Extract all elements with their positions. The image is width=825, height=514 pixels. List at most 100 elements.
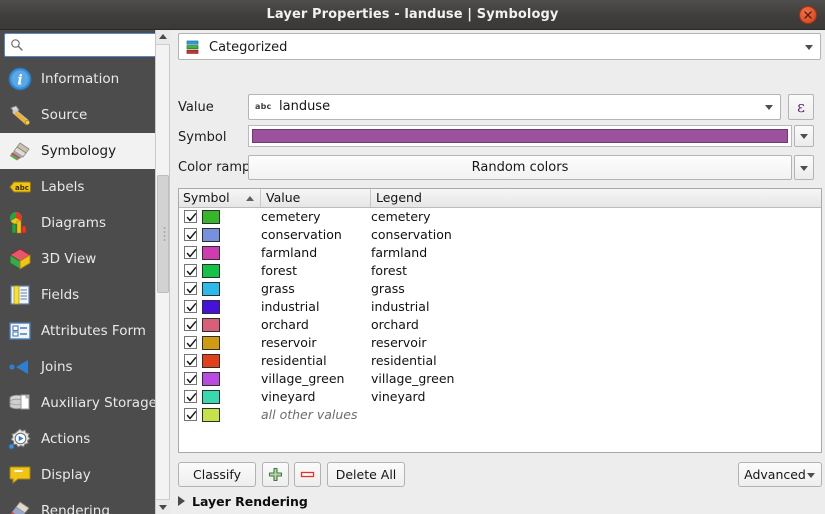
- row-checkbox[interactable]: [184, 300, 197, 313]
- color-ramp-dropdown-button[interactable]: [794, 155, 814, 180]
- scroll-up-arrow-icon[interactable]: [156, 30, 170, 45]
- sidebar-item-label: Diagrams: [41, 215, 106, 231]
- advanced-button-label: Advanced: [744, 467, 806, 482]
- row-checkbox[interactable]: [184, 282, 197, 295]
- row-symbol-swatch[interactable]: [202, 264, 220, 278]
- table-row[interactable]: grass grass: [179, 280, 821, 298]
- column-header-value[interactable]: Value: [261, 189, 371, 207]
- sidebar-item-actions[interactable]: Actions: [0, 421, 155, 457]
- sidebar-item-label: Symbology: [41, 143, 117, 159]
- table-row[interactable]: vineyard vineyard: [179, 388, 821, 406]
- row-value: orchard: [261, 317, 309, 332]
- row-checkbox[interactable]: [184, 318, 197, 331]
- scroll-down-arrow-icon[interactable]: [156, 499, 170, 514]
- renderer-type-combo[interactable]: Categorized: [178, 33, 821, 60]
- sidebar-item-labels[interactable]: abc Labels: [0, 169, 155, 205]
- expression-epsilon-icon: ε: [797, 98, 805, 116]
- table-row[interactable]: residential residential: [179, 352, 821, 370]
- sidebar-item-symbology[interactable]: Symbology: [0, 133, 155, 169]
- row-checkbox[interactable]: [184, 246, 197, 259]
- sidebar-scrollbar[interactable]: [155, 30, 170, 514]
- sidebar-item-label: Fields: [41, 287, 80, 303]
- row-checkbox[interactable]: [184, 264, 197, 277]
- row-symbol-swatch[interactable]: [202, 210, 220, 224]
- table-row[interactable]: forest forest: [179, 262, 821, 280]
- window-title: Layer Properties - landuse | Symbology: [266, 7, 559, 22]
- titlebar: Layer Properties - landuse | Symbology: [0, 0, 825, 30]
- sidebar-item-label: Joins: [41, 359, 73, 375]
- source-icon: [7, 102, 33, 128]
- row-legend: industrial: [371, 299, 430, 314]
- sidebar-item-rendering[interactable]: Rendering: [0, 493, 155, 514]
- categories-table: Symbol Value Legend cemetery cemetery cons…: [178, 188, 822, 453]
- table-row[interactable]: orchard orchard: [179, 316, 821, 334]
- add-symbol-button[interactable]: [262, 462, 289, 487]
- row-checkbox[interactable]: [184, 354, 197, 367]
- row-symbol-swatch[interactable]: [202, 282, 220, 296]
- sidebar-item-3d-view[interactable]: 3D View: [0, 241, 155, 277]
- remove-symbol-button[interactable]: [294, 462, 321, 487]
- row-legend: reservoir: [371, 335, 427, 350]
- advanced-button[interactable]: Advanced: [738, 462, 822, 487]
- table-row[interactable]: cemetery cemetery: [179, 208, 821, 226]
- value-field-text: landuse: [279, 99, 331, 114]
- row-symbol-swatch[interactable]: [202, 372, 220, 386]
- sidebar-item-diagrams[interactable]: Diagrams: [0, 205, 155, 241]
- scrollbar-grip-icon: [163, 226, 166, 242]
- row-symbol-swatch[interactable]: [202, 336, 220, 350]
- layer-properties-dialog: Layer Properties - landuse | Symbology i…: [0, 0, 825, 514]
- nav-list: i Information Source Symbology abc Label…: [0, 61, 155, 514]
- row-checkbox[interactable]: [184, 408, 197, 421]
- sidebar-item-auxiliary-storage[interactable]: Auxiliary Storage: [0, 385, 155, 421]
- row-legend: cemetery: [371, 209, 431, 224]
- classify-button[interactable]: Classify: [178, 462, 256, 487]
- delete-all-button[interactable]: Delete All: [327, 462, 405, 487]
- row-symbol-swatch[interactable]: [202, 300, 220, 314]
- row-checkbox[interactable]: [184, 228, 197, 241]
- table-row[interactable]: reservoir reservoir: [179, 334, 821, 352]
- row-checkbox[interactable]: [184, 336, 197, 349]
- color-ramp-combo[interactable]: Random colors: [248, 155, 792, 180]
- row-checkbox[interactable]: [184, 390, 197, 403]
- row-legend: orchard: [371, 317, 419, 332]
- symbol-preview-button[interactable]: [248, 125, 792, 147]
- row-value: all other values: [261, 407, 358, 422]
- expression-button[interactable]: ε: [788, 94, 814, 120]
- sidebar-item-display[interactable]: Display: [0, 457, 155, 493]
- sidebar-item-label: Auxiliary Storage: [41, 395, 155, 411]
- scrollbar-thumb[interactable]: [157, 175, 169, 293]
- row-checkbox[interactable]: [184, 372, 197, 385]
- column-header-legend[interactable]: Legend: [371, 189, 823, 207]
- sidebar-item-attributes-form[interactable]: Attributes Form: [0, 313, 155, 349]
- row-symbol-swatch[interactable]: [202, 390, 220, 404]
- search-box[interactable]: [4, 33, 159, 57]
- symbol-color-bar: [252, 129, 788, 143]
- chevron-down-icon: [805, 44, 813, 50]
- row-symbol-swatch[interactable]: [202, 354, 220, 368]
- row-symbol-swatch[interactable]: [202, 408, 220, 422]
- search-input[interactable]: [27, 34, 155, 56]
- sidebar-item-information[interactable]: i Information: [0, 61, 155, 97]
- sort-ascending-icon: [246, 196, 254, 201]
- svg-text:abc: abc: [15, 184, 29, 192]
- sidebar-item-source[interactable]: Source: [0, 97, 155, 133]
- row-checkbox[interactable]: [184, 210, 197, 223]
- information-icon: i: [7, 66, 33, 92]
- table-row[interactable]: conservation conservation: [179, 226, 821, 244]
- layer-rendering-section[interactable]: Layer Rendering: [178, 492, 308, 510]
- row-legend: grass: [371, 281, 405, 296]
- row-symbol-swatch[interactable]: [202, 228, 220, 242]
- chevron-right-icon: [178, 496, 185, 506]
- table-row[interactable]: farmland farmland: [179, 244, 821, 262]
- row-symbol-swatch[interactable]: [202, 318, 220, 332]
- row-value: forest: [261, 263, 298, 278]
- close-icon[interactable]: [799, 6, 817, 24]
- row-symbol-swatch[interactable]: [202, 246, 220, 260]
- symbol-dropdown-button[interactable]: [794, 125, 814, 147]
- table-row[interactable]: village_green village_green: [179, 370, 821, 388]
- value-field-combo[interactable]: abc landuse: [248, 94, 781, 120]
- table-row[interactable]: all other values: [179, 406, 821, 424]
- sidebar-item-fields[interactable]: Fields: [0, 277, 155, 313]
- sidebar-item-joins[interactable]: Joins: [0, 349, 155, 385]
- table-row[interactable]: industrial industrial: [179, 298, 821, 316]
